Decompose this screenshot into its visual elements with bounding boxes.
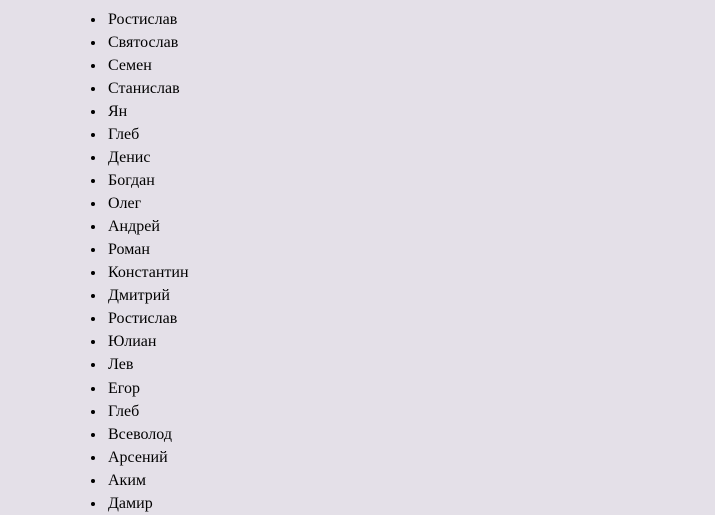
list-item: Лев: [106, 353, 715, 376]
list-item: Юлиан: [106, 330, 715, 353]
list-item: Дмитрий: [106, 284, 715, 307]
list-item: Святослав: [106, 31, 715, 54]
list-item: Константин: [106, 261, 715, 284]
list-item: Дамир: [106, 492, 715, 515]
list-item: Ростислав: [106, 307, 715, 330]
list-item: Арсений: [106, 446, 715, 469]
list-item: Егор: [106, 377, 715, 400]
list-item: Олег: [106, 192, 715, 215]
list-item: Семен: [106, 54, 715, 77]
list-item: Ростислав: [106, 8, 715, 31]
list-item: Глеб: [106, 123, 715, 146]
list-item: Станислав: [106, 77, 715, 100]
list-item: Денис: [106, 146, 715, 169]
list-item: Глеб: [106, 400, 715, 423]
names-list: Ростислав Святослав Семен Станислав Ян Г…: [88, 8, 715, 515]
list-item: Андрей: [106, 215, 715, 238]
list-item: Богдан: [106, 169, 715, 192]
list-item: Всеволод: [106, 423, 715, 446]
list-item: Аким: [106, 469, 715, 492]
list-item: Роман: [106, 238, 715, 261]
list-item: Ян: [106, 100, 715, 123]
